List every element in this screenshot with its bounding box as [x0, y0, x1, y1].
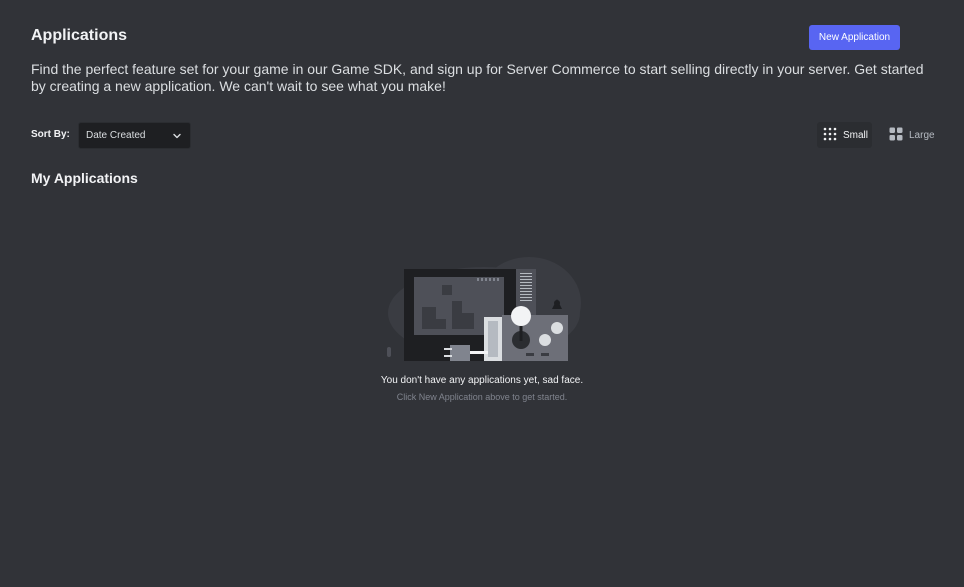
page-description: Find the perfect feature set for your ga…: [31, 61, 924, 94]
sort-selected-value: Date Created: [86, 130, 146, 141]
sort-dropdown[interactable]: Date Created: [78, 122, 191, 149]
grid-large-icon: [889, 127, 903, 144]
chevron-down-icon: [172, 131, 182, 144]
page-title: Applications: [31, 27, 128, 44]
empty-state-illustration: [384, 255, 584, 372]
view-large-label: Large: [909, 129, 935, 141]
section-title: My Applications: [31, 170, 138, 186]
sort-label: Sort By:: [31, 129, 70, 140]
new-application-button[interactable]: New Application: [809, 25, 900, 50]
empty-state-title: You don't have any applications yet, sad…: [380, 375, 584, 386]
grid-small-icon: [823, 127, 837, 144]
empty-state-subtitle: Click New Application above to get start…: [396, 392, 568, 402]
view-large-button[interactable]: Large: [883, 122, 938, 148]
view-small-label: Small: [843, 129, 869, 141]
view-small-button[interactable]: Small: [817, 122, 872, 148]
